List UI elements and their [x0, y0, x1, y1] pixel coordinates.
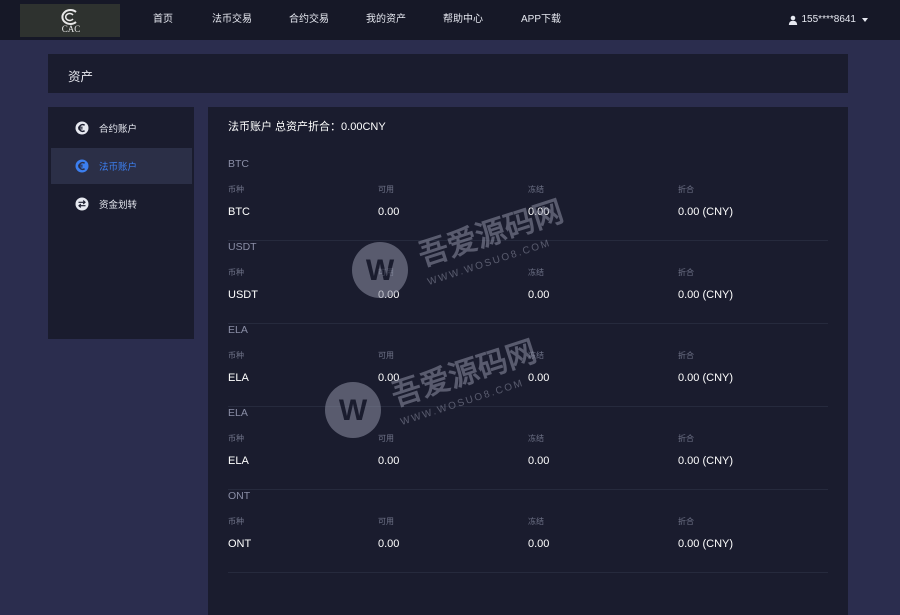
page-title: 资产: [68, 70, 94, 84]
page-title-panel: 资产: [48, 54, 848, 93]
user-menu[interactable]: 155****8641: [788, 0, 868, 40]
available-amount: 0.00: [378, 289, 400, 301]
asset-name: ONT: [228, 490, 251, 502]
sidebar-item-label: 法币账户: [99, 162, 138, 173]
cny-value: 0.00 (CNY): [678, 206, 734, 218]
coin-symbol: ELA: [228, 372, 249, 384]
frozen-amount: 0.00: [528, 289, 550, 301]
nav-app-download[interactable]: APP下载: [521, 0, 561, 40]
column-header-value: 折合: [678, 434, 694, 443]
sidebar: 合约账户 法币账户 资金划转: [48, 107, 194, 339]
frozen-amount: 0.00: [528, 206, 550, 218]
column-header-value: 折合: [678, 268, 694, 277]
column-header-frozen: 冻结: [528, 351, 544, 360]
sidebar-item-label: 合约账户: [99, 124, 138, 135]
cny-value: 0.00 (CNY): [678, 455, 734, 467]
cny-value: 0.00 (CNY): [678, 538, 734, 550]
nav-contract-trading[interactable]: 合约交易: [289, 0, 329, 40]
column-header-frozen: 冻结: [528, 185, 544, 194]
user-icon: [788, 15, 797, 25]
column-header-coin: 币种: [228, 268, 244, 277]
column-header-coin: 币种: [228, 434, 244, 443]
logo[interactable]: CAC: [20, 4, 120, 37]
chevron-down-icon: [862, 18, 868, 22]
logo-text: CAC: [62, 24, 81, 34]
sidebar-item-contract-account[interactable]: 合约账户: [51, 110, 192, 146]
coin-symbol: ONT: [228, 538, 252, 550]
column-header-value: 折合: [678, 517, 694, 526]
nav-my-assets[interactable]: 我的资产: [366, 0, 406, 40]
transfer-icon: [75, 197, 89, 211]
asset-name: ELA: [228, 324, 248, 336]
fiat-account-panel: 法币账户 总资产折合：0.00CNY BTC 币种 可用 冻结 折合 BTC 0…: [208, 107, 848, 615]
column-header-available: 可用: [378, 434, 394, 443]
column-header-available: 可用: [378, 351, 394, 360]
euro-coin-icon: [75, 159, 89, 173]
column-header-value: 折合: [678, 185, 694, 194]
asset-row-usdt: USDT 币种 可用 冻结 折合 USDT 0.00 0.00 0.00 (CN…: [228, 241, 828, 324]
column-header-coin: 币种: [228, 517, 244, 526]
column-header-frozen: 冻结: [528, 517, 544, 526]
sidebar-item-label: 资金划转: [99, 200, 138, 211]
cny-value: 0.00 (CNY): [678, 289, 734, 301]
coin-symbol: BTC: [228, 206, 250, 218]
cny-value: 0.00 (CNY): [678, 372, 734, 384]
nav-home[interactable]: 首页: [153, 0, 173, 40]
column-header-value: 折合: [678, 351, 694, 360]
asset-row-ela: ELA 币种 可用 冻结 折合 ELA 0.00 0.00 0.00 (CNY): [228, 407, 828, 490]
asset-row-btc: BTC 币种 可用 冻结 折合 BTC 0.00 0.00 0.00 (CNY): [228, 158, 828, 241]
available-amount: 0.00: [378, 455, 400, 467]
frozen-amount: 0.00: [528, 538, 550, 550]
asset-row-ont: ONT 币种 可用 冻结 折合 ONT 0.00 0.00 0.00 (CNY): [228, 490, 828, 573]
asset-name: ELA: [228, 407, 248, 419]
available-amount: 0.00: [378, 206, 400, 218]
column-header-frozen: 冻结: [528, 434, 544, 443]
asset-name: USDT: [228, 241, 257, 253]
available-amount: 0.00: [378, 538, 400, 550]
column-header-available: 可用: [378, 268, 394, 277]
asset-row-ela: ELA 币种 可用 冻结 折合 ELA 0.00 0.00 0.00 (CNY): [228, 324, 828, 407]
nav-fiat-trading[interactable]: 法币交易: [212, 0, 252, 40]
available-amount: 0.00: [378, 372, 400, 384]
column-header-coin: 币种: [228, 351, 244, 360]
column-header-available: 可用: [378, 517, 394, 526]
frozen-amount: 0.00: [528, 372, 550, 384]
nav-help-center[interactable]: 帮助中心: [443, 0, 483, 40]
top-navigation-bar: CAC 首页 法币交易 合约交易 我的资产 帮助中心 APP下载 155****…: [0, 0, 900, 40]
column-header-coin: 币种: [228, 185, 244, 194]
column-header-available: 可用: [378, 185, 394, 194]
asset-name: BTC: [228, 158, 249, 170]
sidebar-item-fund-transfer[interactable]: 资金划转: [51, 186, 192, 222]
column-header-frozen: 冻结: [528, 268, 544, 277]
user-phone: 155****8641: [801, 14, 857, 25]
frozen-amount: 0.00: [528, 455, 550, 467]
total-assets-title: 法币账户 总资产折合：0.00CNY: [228, 121, 386, 133]
euro-coin-icon: [75, 121, 89, 135]
coin-symbol: ELA: [228, 455, 249, 467]
cac-logo-icon: CAC: [61, 9, 81, 34]
coin-symbol: USDT: [228, 289, 258, 301]
sidebar-item-fiat-account[interactable]: 法币账户: [51, 148, 192, 184]
